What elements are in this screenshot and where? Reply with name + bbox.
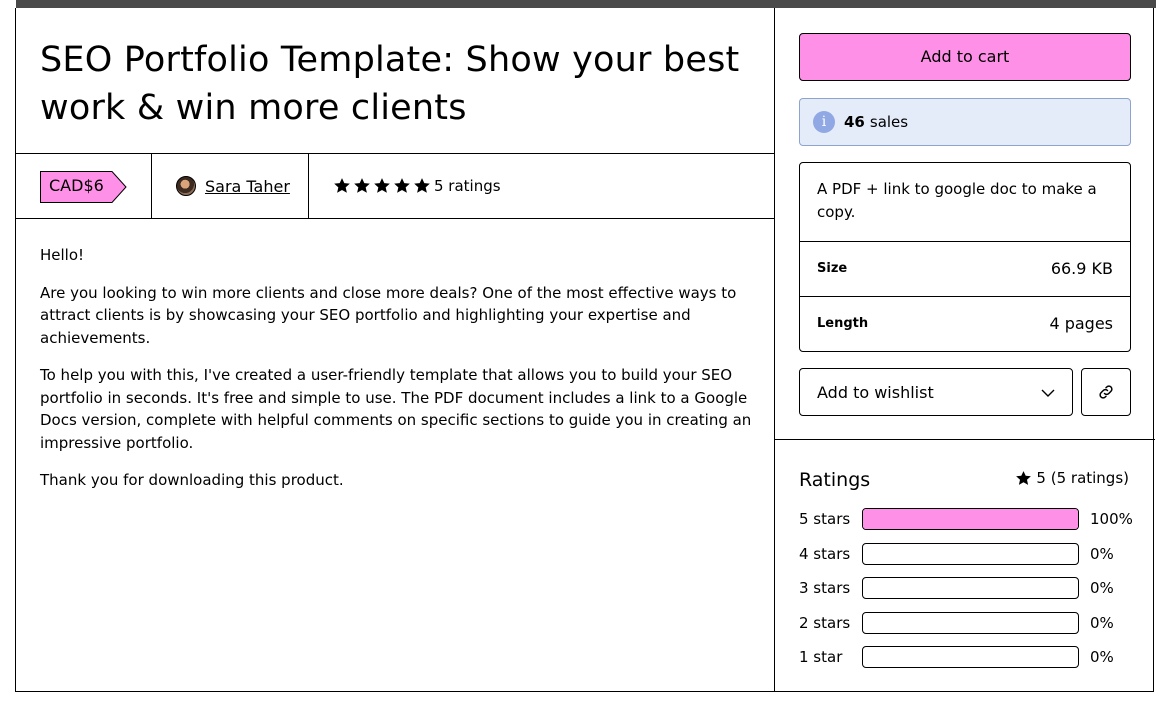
add-to-cart-button[interactable]: Add to cart: [799, 33, 1131, 81]
rating-bar-track: [862, 646, 1079, 668]
rating-bar-row: 1 star 0%: [799, 646, 1139, 668]
rating-bar-percent: 0%: [1090, 579, 1114, 597]
divider: [16, 153, 775, 154]
chevron-down-icon: [1041, 389, 1055, 397]
copy-link-button[interactable]: [1081, 368, 1131, 416]
rating-bar-track: [862, 611, 1079, 634]
rating-bar-label: 3 stars: [799, 579, 851, 597]
sales-label: sales: [869, 113, 909, 131]
divider: [16, 218, 775, 219]
add-to-wishlist-button[interactable]: Add to wishlist: [799, 368, 1073, 416]
rating-bar-row: 2 stars 0%: [799, 611, 1139, 634]
rating-bar-track: [862, 577, 1079, 599]
rating-bar-track: [862, 542, 1079, 565]
star-icon: [354, 178, 370, 193]
length-value: 4 pages: [1049, 314, 1113, 333]
description-paragraph: To help you with this, I've created a us…: [40, 366, 752, 452]
product-description: Hello! Are you looking to win more clien…: [40, 244, 755, 507]
ratings-count-label: 5 ratings: [434, 177, 501, 195]
length-row: Length 4 pages: [800, 296, 1130, 351]
rating-bar-track: [862, 508, 1079, 530]
star-icon: [414, 178, 430, 193]
column-divider: [774, 8, 775, 691]
product-title: SEO Portfolio Template: Show your best w…: [40, 40, 740, 128]
description-paragraph: Are you looking to win more clients and …: [40, 283, 737, 347]
author-link[interactable]: Sara Taher: [176, 176, 290, 196]
product-rating[interactable]: 5 ratings: [333, 177, 501, 195]
star-icon: [1016, 470, 1032, 485]
size-label: Size: [817, 261, 848, 276]
length-label: Length: [817, 316, 869, 331]
rating-bar-label: 2 stars: [799, 613, 851, 632]
star-icon: [334, 178, 350, 193]
ratings-summary: 5 (5 ratings): [1015, 469, 1129, 487]
price-text: CAD$6: [49, 176, 104, 195]
ratings-summary-text: 5 (5 ratings): [1036, 469, 1129, 487]
avatar: [176, 176, 196, 196]
description-paragraph: Thank you for downloading this product.: [40, 471, 344, 489]
sales-info: i 46 sales: [799, 98, 1131, 146]
rating-bar-row: 5 stars 100%: [799, 508, 1139, 530]
link-icon: [1099, 385, 1113, 399]
cell-divider: [151, 154, 152, 219]
info-icon: i: [813, 111, 835, 133]
rating-bar-label: 5 stars: [799, 510, 851, 528]
rating-bar-percent: 100%: [1090, 510, 1133, 528]
rating-bar-percent: 0%: [1090, 648, 1114, 666]
star-icon: [374, 178, 390, 193]
star-icon: [394, 178, 410, 193]
wishlist-label: Add to wishlist: [817, 383, 934, 402]
rating-bar-fill: [863, 509, 1078, 529]
size-value: 66.9 KB: [1050, 259, 1113, 278]
sales-count: 46: [844, 113, 865, 131]
rating-stars: [333, 177, 433, 195]
rating-bar-percent: 0%: [1090, 544, 1114, 563]
size-row: Size 66.9 KB: [800, 241, 1130, 296]
description-paragraph: Hello!: [40, 246, 85, 264]
rating-bar-label: 1 star: [799, 648, 843, 666]
rating-bar-percent: 0%: [1090, 613, 1114, 632]
product-card: SEO Portfolio Template: Show your best w…: [15, 8, 1155, 692]
rating-bar-row: 4 stars 0%: [799, 542, 1139, 565]
top-bar: [16, 0, 1156, 8]
product-summary: A PDF + link to google doc to make a cop…: [817, 180, 1097, 221]
cell-divider: [308, 154, 309, 219]
rating-bar-label: 4 stars: [799, 544, 851, 563]
ratings-title: Ratings: [799, 469, 871, 491]
divider: [775, 439, 1155, 440]
rating-bar-row: 3 stars 0%: [799, 577, 1139, 599]
product-details: A PDF + link to google doc to make a cop…: [799, 162, 1131, 352]
author-name[interactable]: Sara Taher: [205, 177, 290, 196]
